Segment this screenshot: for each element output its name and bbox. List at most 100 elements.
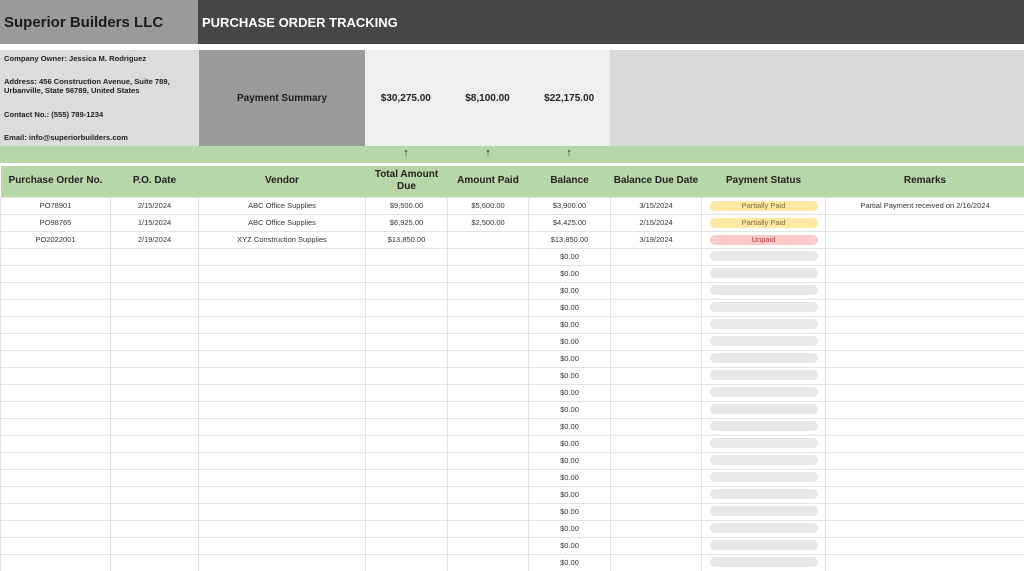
column-header-remarks[interactable]: Remarks [825, 166, 1024, 197]
status-badge[interactable]: Unpaid [709, 234, 818, 245]
cell-remarks[interactable] [825, 485, 1024, 504]
cell-vendor[interactable] [198, 502, 366, 521]
cell-po-date[interactable] [110, 553, 199, 571]
cell-vendor[interactable] [198, 298, 366, 317]
cell-vendor[interactable] [198, 315, 366, 334]
cell-amount-paid[interactable] [447, 366, 529, 385]
status-badge[interactable]: Partially Paid [709, 217, 818, 228]
cell-po-number[interactable] [0, 451, 111, 470]
cell-payment-status[interactable] [701, 383, 826, 402]
cell-amount-paid[interactable] [447, 230, 529, 249]
cell-vendor[interactable] [198, 485, 366, 504]
column-header-vendor[interactable]: Vendor [198, 166, 366, 197]
cell-po-date[interactable] [110, 519, 199, 538]
cell-balance[interactable]: $0.00 [528, 553, 611, 571]
status-badge[interactable] [709, 284, 818, 295]
cell-payment-status[interactable] [701, 332, 826, 351]
cell-po-number[interactable] [0, 553, 111, 571]
cell-balance-due-date[interactable] [610, 468, 702, 487]
cell-payment-status[interactable] [701, 366, 826, 385]
cell-po-date[interactable] [110, 417, 199, 436]
cell-payment-status[interactable] [701, 315, 826, 334]
cell-po-date[interactable] [110, 349, 199, 368]
cell-amount-paid[interactable] [447, 264, 529, 283]
cell-balance[interactable]: $0.00 [528, 349, 611, 368]
cell-total-amount-due[interactable]: $6,925.00 [365, 213, 448, 232]
cell-po-number[interactable]: PO78901 [0, 196, 111, 215]
cell-po-date[interactable] [110, 502, 199, 521]
cell-remarks[interactable] [825, 298, 1024, 317]
status-badge[interactable] [709, 301, 818, 312]
cell-vendor[interactable]: XYZ Construction Supplies [198, 230, 366, 249]
cell-balance[interactable]: $0.00 [528, 502, 611, 521]
status-badge[interactable] [709, 539, 818, 550]
cell-remarks[interactable] [825, 383, 1024, 402]
status-badge[interactable] [709, 335, 818, 346]
cell-vendor[interactable] [198, 349, 366, 368]
cell-payment-status[interactable] [701, 349, 826, 368]
cell-balance-due-date[interactable] [610, 349, 702, 368]
cell-remarks[interactable] [825, 315, 1024, 334]
cell-total-amount-due[interactable] [365, 417, 448, 436]
cell-po-date[interactable] [110, 400, 199, 419]
cell-payment-status[interactable] [701, 400, 826, 419]
cell-amount-paid[interactable] [447, 383, 529, 402]
cell-balance-due-date[interactable] [610, 315, 702, 334]
cell-remarks[interactable] [825, 536, 1024, 555]
status-badge[interactable] [709, 505, 818, 516]
status-badge[interactable] [709, 420, 818, 431]
cell-po-date[interactable]: 2/15/2024 [110, 196, 199, 215]
cell-balance-due-date[interactable] [610, 502, 702, 521]
cell-remarks[interactable] [825, 451, 1024, 470]
cell-payment-status[interactable] [701, 553, 826, 571]
cell-total-amount-due[interactable] [365, 434, 448, 453]
cell-po-number[interactable]: PO2022001 [0, 230, 111, 249]
cell-vendor[interactable] [198, 536, 366, 555]
status-badge[interactable] [709, 454, 818, 465]
cell-total-amount-due[interactable] [365, 332, 448, 351]
cell-total-amount-due[interactable] [365, 315, 448, 334]
cell-po-number[interactable] [0, 298, 111, 317]
cell-payment-status[interactable] [701, 451, 826, 470]
cell-remarks[interactable] [825, 247, 1024, 266]
status-badge[interactable] [709, 522, 818, 533]
cell-balance[interactable]: $0.00 [528, 434, 611, 453]
column-header-amount-paid[interactable]: Amount Paid [447, 166, 529, 197]
cell-amount-paid[interactable] [447, 332, 529, 351]
cell-balance-due-date[interactable] [610, 264, 702, 283]
cell-balance-due-date[interactable]: 3/19/2024 [610, 230, 702, 249]
cell-po-date[interactable] [110, 298, 199, 317]
cell-vendor[interactable]: ABC Office Supplies [198, 196, 366, 215]
cell-payment-status[interactable]: Partially Paid [701, 213, 826, 232]
status-badge[interactable] [709, 352, 818, 363]
cell-payment-status[interactable] [701, 281, 826, 300]
cell-remarks[interactable] [825, 349, 1024, 368]
cell-vendor[interactable] [198, 366, 366, 385]
cell-total-amount-due[interactable]: $13,850.00 [365, 230, 448, 249]
cell-payment-status[interactable] [701, 502, 826, 521]
column-header-po-number[interactable]: Purchase Order No. [0, 166, 111, 197]
cell-po-number[interactable] [0, 468, 111, 487]
cell-vendor[interactable] [198, 519, 366, 538]
cell-amount-paid[interactable] [447, 349, 529, 368]
cell-payment-status[interactable] [701, 468, 826, 487]
status-badge[interactable] [709, 267, 818, 278]
cell-po-number[interactable] [0, 315, 111, 334]
cell-balance[interactable]: $0.00 [528, 536, 611, 555]
cell-total-amount-due[interactable] [365, 366, 448, 385]
cell-balance-due-date[interactable] [610, 247, 702, 266]
cell-po-date[interactable] [110, 468, 199, 487]
cell-amount-paid[interactable] [447, 553, 529, 571]
cell-balance-due-date[interactable] [610, 536, 702, 555]
cell-balance-due-date[interactable] [610, 400, 702, 419]
cell-total-amount-due[interactable] [365, 468, 448, 487]
status-badge[interactable] [709, 318, 818, 329]
cell-remarks[interactable] [825, 502, 1024, 521]
column-header-total-amount-due[interactable]: Total Amount Due [365, 166, 448, 197]
cell-po-date[interactable] [110, 485, 199, 504]
cell-po-number[interactable] [0, 366, 111, 385]
cell-payment-status[interactable] [701, 536, 826, 555]
cell-balance-due-date[interactable] [610, 298, 702, 317]
cell-balance-due-date[interactable] [610, 553, 702, 571]
cell-vendor[interactable] [198, 281, 366, 300]
